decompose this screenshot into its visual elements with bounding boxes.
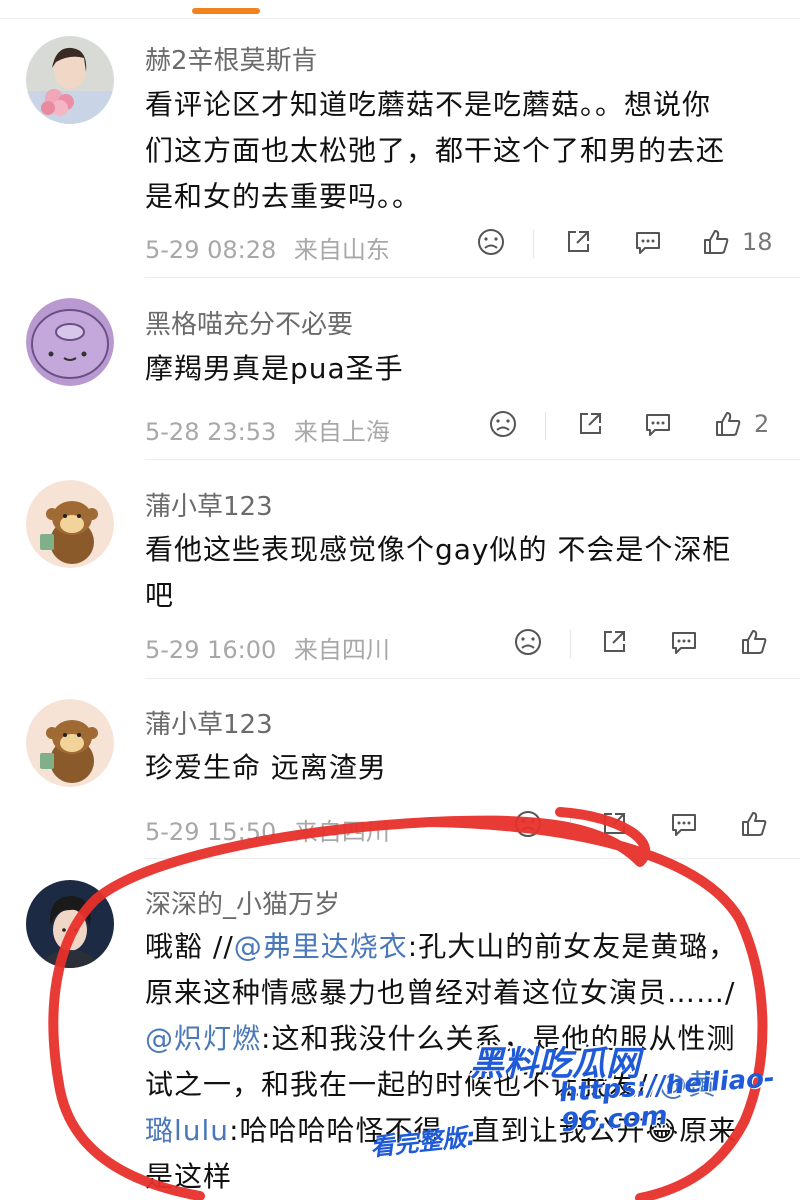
comment-time: 5-29 08:28 — [145, 236, 277, 264]
share-icon — [604, 631, 625, 652]
share-icon — [604, 813, 625, 834]
header-divider — [0, 18, 800, 19]
comment-text: 哦豁 //@弗里达烧衣:孔大山的前女友是黄璐， 原来这种情感暴力也曾经对着这位女… — [145, 930, 738, 1193]
reply-button[interactable] — [642, 408, 674, 440]
like-button[interactable]: 18 — [700, 226, 773, 258]
avatar[interactable] — [26, 298, 114, 386]
comment-location: 来自上海 — [293, 418, 390, 446]
mention-link[interactable]: @炽灯燃 — [145, 1022, 261, 1055]
dislike-button[interactable] — [512, 626, 544, 658]
comment-bubble-icon — [646, 414, 670, 436]
like-button[interactable] — [738, 808, 770, 840]
sad-face-icon — [515, 811, 541, 837]
comment-actions: 18 — [470, 226, 790, 266]
share-button[interactable] — [598, 626, 630, 658]
avatar[interactable] — [26, 699, 114, 787]
like-button[interactable]: 2 — [712, 408, 769, 440]
comment-meta: 5-29 15:50 来自四川 — [145, 812, 400, 847]
share-icon — [580, 413, 601, 434]
comment-meta: 5-29 16:00 来自四川 — [145, 630, 400, 665]
comment-bubble-icon — [672, 632, 696, 654]
username[interactable]: 赫2辛根莫斯肯 — [145, 40, 318, 77]
comment-bubble-icon — [636, 232, 660, 254]
comment-bubble-icon — [672, 814, 696, 836]
thumbs-up-icon — [742, 630, 767, 654]
dislike-button[interactable] — [475, 226, 507, 258]
comment-text: 看他这些表现感觉像个gay似的 不会是个深柜 吧 — [145, 533, 732, 612]
comment-meta: 5-29 08:28 来自山东 — [145, 230, 400, 265]
thumbs-up-icon — [742, 812, 767, 836]
thumbs-up-icon — [716, 412, 741, 436]
username[interactable]: 蒲小草123 — [145, 704, 273, 741]
avatar[interactable] — [26, 880, 114, 968]
share-icon — [568, 231, 589, 252]
comment-meta: 5-28 23:53 来自上海 — [145, 412, 400, 447]
comment-location: 来自四川 — [293, 818, 390, 846]
like-count: 2 — [754, 410, 770, 438]
comment-text: 珍爱生命 远离渣男 — [145, 751, 387, 784]
dislike-button[interactable] — [512, 808, 544, 840]
share-button[interactable] — [598, 808, 630, 840]
sad-face-icon — [478, 229, 504, 255]
comment-time: 5-29 15:50 — [145, 818, 277, 846]
comment-actions: 2 — [470, 408, 790, 448]
reply-button[interactable] — [632, 226, 664, 258]
comment-actions — [470, 626, 790, 666]
like-button[interactable] — [738, 626, 770, 658]
comment-time: 5-29 16:00 — [145, 636, 277, 664]
comment-time: 5-28 23:53 — [145, 418, 277, 446]
share-button[interactable] — [574, 408, 606, 440]
dislike-button[interactable] — [487, 408, 519, 440]
mention-link[interactable]: 璐lulu — [145, 1114, 229, 1147]
share-button[interactable] — [562, 226, 594, 258]
comment-location: 来自山东 — [293, 236, 390, 264]
avatar[interactable] — [26, 480, 114, 568]
reply-button[interactable] — [668, 626, 700, 658]
active-tab-indicator — [192, 8, 260, 14]
mention-link[interactable]: @弗里达烧衣 — [234, 930, 408, 963]
comment-text: 看评论区才知道吃蘑菇不是吃蘑菇。。想说你 们这方面也太松弛了，都干这个了和男的去… — [145, 88, 726, 213]
username[interactable]: 蒲小草123 — [145, 486, 273, 523]
like-count: 18 — [742, 228, 773, 256]
reply-button[interactable] — [668, 808, 700, 840]
username[interactable]: 深深的_小猫万岁 — [145, 884, 340, 921]
avatar[interactable] — [26, 36, 114, 124]
comment-actions — [470, 808, 790, 848]
comment-location: 来自四川 — [293, 636, 390, 664]
sad-face-icon — [490, 411, 516, 437]
comment-text: 摩羯男真是pua圣手 — [145, 352, 404, 385]
username[interactable]: 黑格喵充分不必要 — [145, 304, 353, 341]
thumbs-up-icon — [704, 230, 729, 254]
sad-face-icon — [515, 629, 541, 655]
